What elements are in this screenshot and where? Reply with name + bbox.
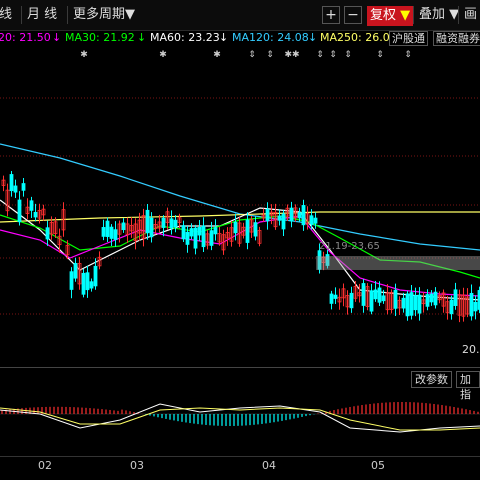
candle-body <box>313 217 318 224</box>
candle-body <box>161 217 166 228</box>
change-params-button[interactable]: 改参数 <box>411 371 452 388</box>
candle-body <box>233 221 238 234</box>
candle-body <box>169 218 174 229</box>
candle-body <box>329 293 334 304</box>
event-marker-icon: ✱ <box>80 50 88 60</box>
x-label-04: 04 <box>262 459 276 472</box>
candle-body <box>209 230 214 246</box>
candle-body <box>301 205 306 226</box>
candle-body <box>473 301 478 312</box>
candle-body <box>429 293 434 303</box>
candle-body <box>309 215 314 225</box>
candle-body <box>201 225 206 248</box>
event-marker-icon: ⇕ <box>248 50 256 60</box>
candle-body <box>189 228 194 237</box>
candle-body <box>417 294 422 314</box>
candle-body <box>121 222 126 231</box>
candle-body <box>149 217 154 238</box>
candle-body <box>69 271 74 290</box>
candle-body <box>85 272 90 291</box>
candle-body <box>373 289 378 300</box>
candle-body <box>93 265 98 287</box>
x-label-03: 03 <box>130 459 144 472</box>
candle-body <box>29 200 34 211</box>
candle-body <box>381 295 386 302</box>
candle-body <box>173 219 178 228</box>
candle-body <box>245 219 250 243</box>
candle-body <box>265 208 270 222</box>
candle-body <box>193 227 198 249</box>
candle-body <box>289 207 294 222</box>
event-marker-icon: ⇕ <box>376 50 384 60</box>
candle-body <box>101 227 106 237</box>
candle-body <box>425 294 430 307</box>
candle-body <box>213 227 218 235</box>
candle-body <box>453 289 458 306</box>
candle-body <box>105 220 110 237</box>
kline-chart: ✱ ✱ ✱ ⇕ ⇕ ✱✱ ⇕ ⇕ ⇕ ⇕ ⇕ <box>0 50 480 433</box>
candle-body <box>17 199 22 223</box>
event-marker-icon: ⇕ <box>266 50 274 60</box>
dif-line <box>0 403 480 433</box>
candle-body <box>89 281 94 289</box>
candle-body <box>393 289 398 309</box>
range-label: 21.19-23.65 <box>319 241 380 252</box>
candle-body <box>277 215 282 221</box>
candle-body <box>333 294 338 299</box>
candle-body <box>469 292 474 317</box>
candle-body <box>281 213 286 230</box>
candle-body <box>349 292 354 309</box>
candle-body <box>13 185 18 193</box>
x-axis <box>0 456 480 457</box>
candle-body <box>405 293 410 317</box>
event-marker-icon: ✱ <box>159 50 167 60</box>
candle-body <box>401 297 406 309</box>
candle-body <box>113 229 118 240</box>
price-label: 20. <box>462 343 480 356</box>
candle-body <box>181 225 186 240</box>
candle-body <box>377 287 382 303</box>
event-marker-icon: ✱✱ <box>284 50 299 60</box>
x-label-02: 02 <box>38 459 52 472</box>
event-marker-icon: ✱ <box>213 50 221 60</box>
candle-body <box>185 231 190 245</box>
candle-body <box>197 226 202 236</box>
candle-body <box>21 183 26 191</box>
candle-body <box>109 226 114 239</box>
candle-body <box>361 283 366 306</box>
event-marker-icon: ⇕ <box>316 50 324 60</box>
candle-body <box>145 209 150 234</box>
range-highlight <box>316 256 480 270</box>
candle-body <box>253 222 258 237</box>
event-markers: ✱ ✱ ✱ ⇕ ⇕ ✱✱ ⇕ ⇕ ⇕ ⇕ ⇕ <box>80 50 412 60</box>
candle-body <box>409 292 414 316</box>
panel-separator <box>0 367 480 368</box>
candle-body <box>433 291 438 306</box>
candle-body <box>297 212 302 219</box>
candle-body <box>33 212 38 218</box>
candle-body <box>73 263 78 279</box>
candle-body <box>45 227 50 240</box>
macd-panel <box>0 402 480 433</box>
add-indicator-button[interactable]: 加指 <box>456 371 480 401</box>
candle-body <box>413 295 418 311</box>
candle-body <box>369 290 374 312</box>
candle-body <box>449 299 454 315</box>
x-label-05: 05 <box>371 459 385 472</box>
candle-body <box>81 272 86 295</box>
dea-line <box>0 407 480 431</box>
candle-body <box>9 174 14 192</box>
event-marker-icon: ⇕ <box>404 50 412 60</box>
event-marker-icon: ⇕ <box>344 50 352 60</box>
event-marker-icon: ⇕ <box>329 50 337 60</box>
